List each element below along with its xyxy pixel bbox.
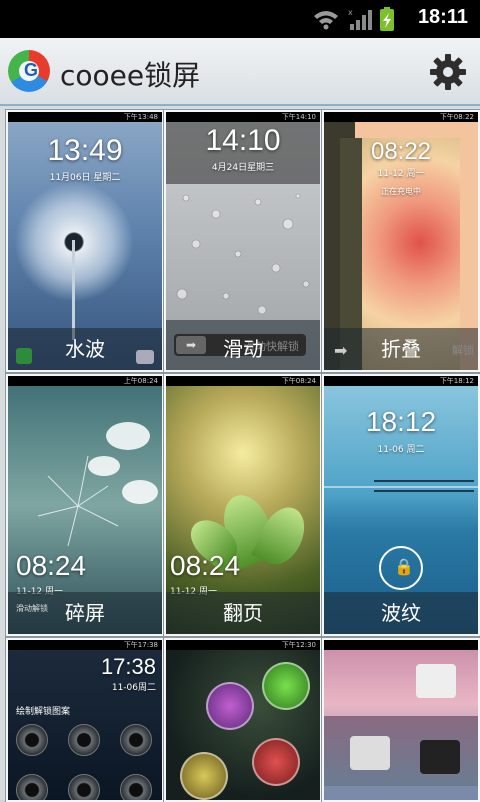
dandelion-stem (72, 240, 75, 340)
tile-date: 11月06日 星期二 (49, 173, 121, 183)
puzzle-piece-icon (416, 664, 456, 698)
mini-status-bar: 上午08:24 (8, 376, 162, 386)
pattern-unlock-text: 绘制解锁图案 (16, 707, 71, 717)
tile-clock: 18:12 (365, 406, 437, 437)
svg-text:x: x (348, 8, 353, 17)
app-logo-letter: G (24, 60, 39, 80)
settings-gear-icon[interactable] (426, 50, 470, 94)
tile-clock: 14:10 (205, 124, 281, 157)
mini-status-time: 上午08:24 (123, 377, 158, 385)
mini-status-bar: 下午17:38 (8, 640, 162, 650)
status-icons: x (312, 6, 396, 32)
tile-date: 11-06周二 (111, 683, 156, 693)
mini-status-time: 下午17:38 (123, 641, 158, 649)
theme-tile-page-flip[interactable]: 下午08:24 08:24 11-12 周一 翻页 (164, 374, 322, 636)
app-logo: G (8, 50, 50, 92)
wifi-signal-battery-icons: x (314, 7, 394, 31)
tile-date: 11-06 周二 (377, 445, 425, 455)
status-time: 18:11 (417, 6, 468, 28)
tile-label: 滑动 (223, 337, 263, 361)
theme-tile-slide[interactable]: 下午14:10 14:10 4月24日星期三 ➡ 滑动快解锁 滑动 (164, 110, 322, 372)
lock-icon: 🔒 (394, 557, 414, 576)
pattern-dot (16, 724, 48, 756)
tile-clock: 08:24 (170, 550, 241, 581)
pier-image (374, 480, 474, 492)
charging-text: 正在充电中 (381, 187, 421, 196)
mini-status-time: 下午18:12 (439, 377, 474, 385)
mini-status-bar: 下午08:24 (166, 376, 320, 386)
tile-clock: 08:24 (16, 550, 87, 581)
mini-status-bar (324, 640, 478, 650)
camera-bubble-icon (180, 752, 228, 800)
theme-tile-pattern[interactable]: 下午17:38 17:38 11-06周二 绘制解锁图案 (6, 638, 164, 802)
mini-status-time: 下午13:48 (123, 113, 158, 121)
tile-date: 4月24日星期三 (211, 163, 275, 173)
theme-tile-shatter[interactable]: 上午08:24 08:24 11-12 周一 滑动解锁 碎屏 (6, 374, 164, 636)
music-bubble-icon (262, 662, 310, 710)
mail-bubble-icon (206, 682, 254, 730)
mini-status-bar: 下午12:30 (166, 640, 320, 650)
theme-tile-puzzle[interactable] (322, 638, 480, 802)
lock-button: 🔒 (379, 546, 423, 590)
mini-status-time: 下午14:10 (281, 113, 316, 121)
theme-tile-ripple[interactable]: 下午18:12 18:12 11-06 周二 🔒 波纹 (322, 374, 480, 636)
shattered-glass-image (37, 422, 158, 547)
mini-status-time: 下午08:22 (439, 113, 474, 121)
status-bar: x 18:11 (0, 0, 480, 38)
tile-label: 翻页 (223, 601, 263, 625)
mini-status-bar: 下午08:22 (324, 112, 478, 122)
phone-bubble-icon (252, 738, 300, 786)
tile-label: 水波 (65, 337, 105, 361)
app-header: G cooee锁屏 (0, 38, 480, 106)
tile-date: 11-12 周一 (377, 169, 425, 179)
mini-status-bar: 下午14:10 (166, 112, 320, 122)
tile-label: 波纹 (381, 601, 421, 625)
puzzle-piece-icon (420, 740, 460, 774)
pattern-dot (16, 774, 48, 800)
mini-status-bar: 下午18:12 (324, 376, 478, 386)
tile-clock: 08:22 (370, 138, 432, 165)
water-drops-image (176, 193, 310, 315)
theme-tile-fold[interactable]: 下午08:22 08:22 11-12 周一 正在充电中 ➡ 折叠 解锁 (322, 110, 480, 372)
pattern-dot (120, 724, 152, 756)
mini-status-bar: 下午13:48 (8, 112, 162, 122)
theme-tile-water-ripple[interactable]: 下午13:48 13:49 11月06日 星期二 水波 (6, 110, 164, 372)
app-title: cooee锁屏 (60, 59, 201, 92)
mini-status-time: 下午08:24 (281, 377, 316, 385)
tile-clock: 13:49 (47, 134, 123, 167)
tile-clock: 17:38 (100, 654, 156, 679)
puzzle-piece-icon (350, 736, 390, 770)
pattern-dot (68, 724, 100, 756)
lockscreen-grid: 下午13:48 13:49 11月06日 星期二 水波 下午14:10 14:1… (0, 106, 480, 802)
tile-label: 碎屏 (65, 601, 105, 625)
mini-status-time: 下午12:30 (281, 641, 316, 649)
pattern-dot (120, 774, 152, 800)
fold-unlock-text: 解锁 (452, 344, 474, 357)
pattern-dot (68, 774, 100, 800)
theme-tile-bubbles[interactable]: 下午12:30 (164, 638, 322, 802)
